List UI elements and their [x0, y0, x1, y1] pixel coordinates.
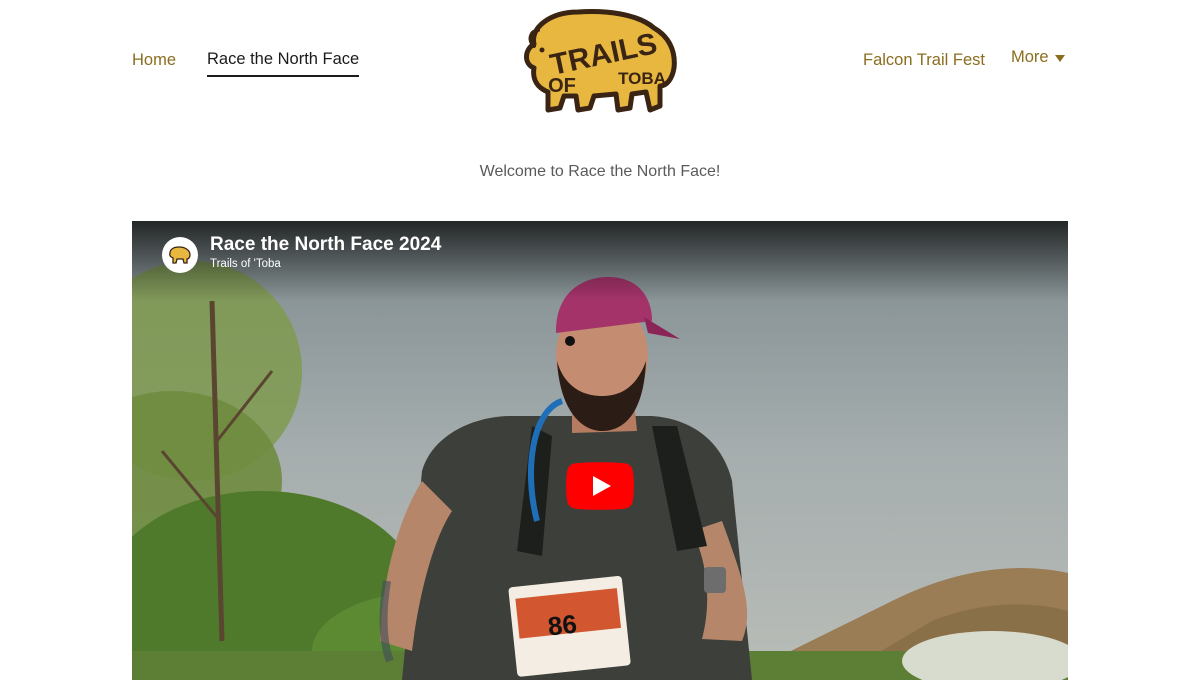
nav-falcon-trail-fest-link[interactable]: Falcon Trail Fest [863, 51, 985, 70]
nav-more-dropdown[interactable]: More [1011, 48, 1065, 67]
logo-text-of: OF [548, 75, 576, 97]
nav-race-the-north-face-link[interactable]: Race the North Face [207, 50, 360, 77]
video-channel-name[interactable]: Trails of 'Toba [210, 258, 281, 270]
video-title[interactable]: Race the North Face 2024 [210, 234, 441, 256]
welcome-text: Welcome to Race the North Face! [479, 163, 721, 180]
video-embed[interactable]: 86 Race the North Face 2024 Trails of 'T… [132, 221, 1068, 680]
channel-avatar[interactable] [162, 237, 198, 273]
bison-logo-icon: TRAILS TOBA OF [524, 9, 677, 113]
nav-home-link[interactable]: Home [132, 51, 176, 70]
bison-avatar-icon [169, 246, 191, 264]
race-bib-number: 86 [546, 609, 578, 642]
chevron-down-icon [1054, 54, 1065, 62]
logo-text-toba: TOBA [618, 69, 666, 88]
youtube-play-icon[interactable] [566, 462, 634, 510]
nav-more-label: More [1011, 48, 1049, 66]
site-logo[interactable]: TRAILS TOBA OF [520, 6, 680, 114]
